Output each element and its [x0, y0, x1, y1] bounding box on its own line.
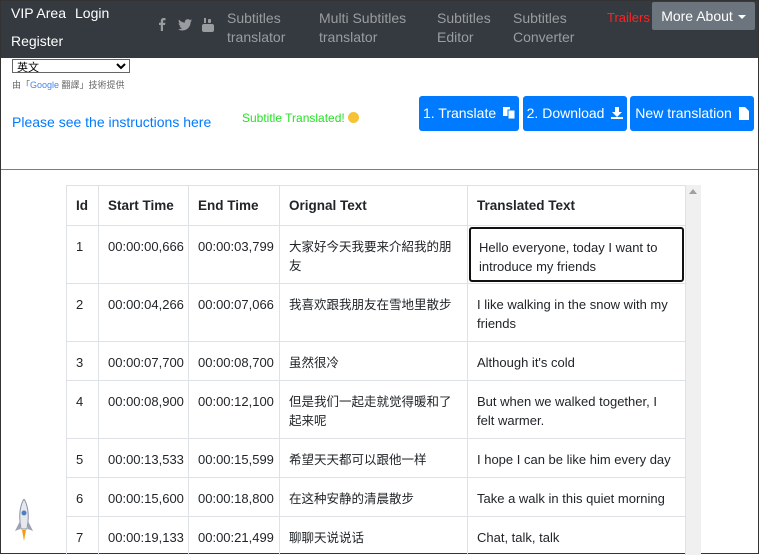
nav-multi-subtitles-translator[interactable]: Multi Subtitles translator	[319, 9, 406, 47]
instructions-link[interactable]: Please see the instructions here	[12, 114, 211, 130]
row-start-time: 00:00:19,133	[99, 517, 189, 555]
row-translated-text[interactable]: Take a walk in this quiet morning	[468, 478, 686, 517]
row-id: 5	[67, 439, 99, 478]
table-row: 7 00:00:19,133 00:00:21,499 聊聊天说说话 Chat,…	[67, 517, 686, 555]
table-row: 2 00:00:04,266 00:00:07,066 我喜欢跟我朋友在雪地里散…	[67, 284, 686, 342]
row-translated-text[interactable]: Chat, talk, talk	[468, 517, 686, 555]
row-original-text: 希望天天都可以跟他一样	[280, 439, 468, 478]
row-start-time: 00:00:15,600	[99, 478, 189, 517]
navbar: VIP Area Login Register Subtitles transl…	[1, 1, 758, 58]
translate-button[interactable]: 1. Translate	[419, 96, 519, 131]
row-end-time: 00:00:15,599	[189, 439, 280, 478]
nav-subtitles-converter[interactable]: Subtitles Converter	[513, 9, 574, 47]
row-translated-text[interactable]: I hope I can be like him every day	[468, 439, 686, 478]
row-translated-text[interactable]: But when we walked together, I felt warm…	[468, 381, 686, 439]
status-message: Subtitle Translated!	[242, 111, 359, 125]
download-button[interactable]: 2. Download	[523, 96, 627, 131]
row-id: 2	[67, 284, 99, 342]
google-logo-text[interactable]: Google	[30, 80, 59, 90]
subtitle-table-container[interactable]: Id Start Time End Time Orignal Text Tran…	[66, 185, 702, 555]
table-scrollbar[interactable]	[686, 185, 701, 555]
table-row: 4 00:00:08,900 00:00:12,100 但是我们一起走就觉得暖和…	[67, 381, 686, 439]
row-id: 7	[67, 517, 99, 555]
header-translated-text: Translated Text	[468, 186, 686, 226]
table-row: 6 00:00:15,600 00:00:18,800 在这种安静的清晨散步 T…	[67, 478, 686, 517]
row-original-text: 聊聊天说说话	[280, 517, 468, 555]
row-start-time: 00:00:13,533	[99, 439, 189, 478]
login-link[interactable]: Login	[75, 5, 109, 21]
youtube-icon[interactable]	[201, 18, 215, 35]
row-translated-text[interactable]: Although it's cold	[468, 342, 686, 381]
row-start-time: 00:00:00,666	[99, 226, 189, 284]
header-end-time: End Time	[189, 186, 280, 226]
google-translate-credit: 由「Google 翻譯」技術提供	[12, 78, 125, 91]
row-original-text: 大家好今天我要来介紹我的朋友	[280, 226, 468, 284]
vip-area-link[interactable]: VIP Area	[11, 5, 66, 21]
row-end-time: 00:00:03,799	[189, 226, 280, 284]
row-translated-text[interactable]: I like walking in the snow with my frien…	[468, 284, 686, 342]
more-about-dropdown[interactable]: More About	[652, 2, 755, 30]
language-select[interactable]: 英文	[12, 59, 130, 73]
row-start-time: 00:00:04,266	[99, 284, 189, 342]
nav-subtitles-translator[interactable]: Subtitles translator	[227, 9, 285, 47]
scroll-up-arrow-icon[interactable]	[689, 189, 697, 194]
trailers-link[interactable]: Trailers	[607, 10, 650, 25]
file-icon	[739, 107, 749, 120]
row-original-text: 虽然很冷	[280, 342, 468, 381]
row-end-time: 00:00:07,066	[189, 284, 280, 342]
table-row: 5 00:00:13,533 00:00:15,599 希望天天都可以跟他一样 …	[67, 439, 686, 478]
row-id: 4	[67, 381, 99, 439]
row-original-text: 但是我们一起走就觉得暖和了起来呢	[280, 381, 468, 439]
facebook-icon[interactable]	[158, 18, 166, 34]
translate-icon	[503, 107, 515, 119]
row-translated-text-editing[interactable]: Hello everyone, today I want to introduc…	[468, 226, 686, 284]
header-start-time: Start Time	[99, 186, 189, 226]
row-start-time: 00:00:08,900	[99, 381, 189, 439]
section-divider	[1, 169, 758, 170]
row-id: 3	[67, 342, 99, 381]
row-end-time: 00:00:08,700	[189, 342, 280, 381]
subtitle-table: Id Start Time End Time Orignal Text Tran…	[66, 185, 686, 555]
rocket-icon[interactable]	[14, 499, 34, 546]
header-id: Id	[67, 186, 99, 226]
header-original-text: Orignal Text	[280, 186, 468, 226]
row-start-time: 00:00:07,700	[99, 342, 189, 381]
row-original-text: 我喜欢跟我朋友在雪地里散步	[280, 284, 468, 342]
row-id: 6	[67, 478, 99, 517]
new-translation-button[interactable]: New translation	[630, 96, 754, 131]
row-end-time: 00:00:12,100	[189, 381, 280, 439]
table-row: 1 00:00:00,666 00:00:03,799 大家好今天我要来介紹我的…	[67, 226, 686, 284]
twitter-icon[interactable]	[178, 18, 192, 34]
table-row: 3 00:00:07,700 00:00:08,700 虽然很冷 Althoug…	[67, 342, 686, 381]
download-icon	[611, 107, 623, 119]
table-header-row: Id Start Time End Time Orignal Text Tran…	[67, 186, 686, 226]
row-original-text: 在这种安静的清晨散步	[280, 478, 468, 517]
row-end-time: 00:00:21,499	[189, 517, 280, 555]
nav-subtitles-editor[interactable]: Subtitles Editor	[437, 9, 491, 47]
caret-down-icon	[738, 15, 746, 19]
row-id: 1	[67, 226, 99, 284]
register-link[interactable]: Register	[11, 33, 63, 49]
translated-text-input[interactable]: Hello everyone, today I want to introduc…	[469, 227, 684, 282]
row-end-time: 00:00:18,800	[189, 478, 280, 517]
more-about-label: More About	[661, 8, 733, 24]
smiley-icon	[348, 112, 359, 123]
